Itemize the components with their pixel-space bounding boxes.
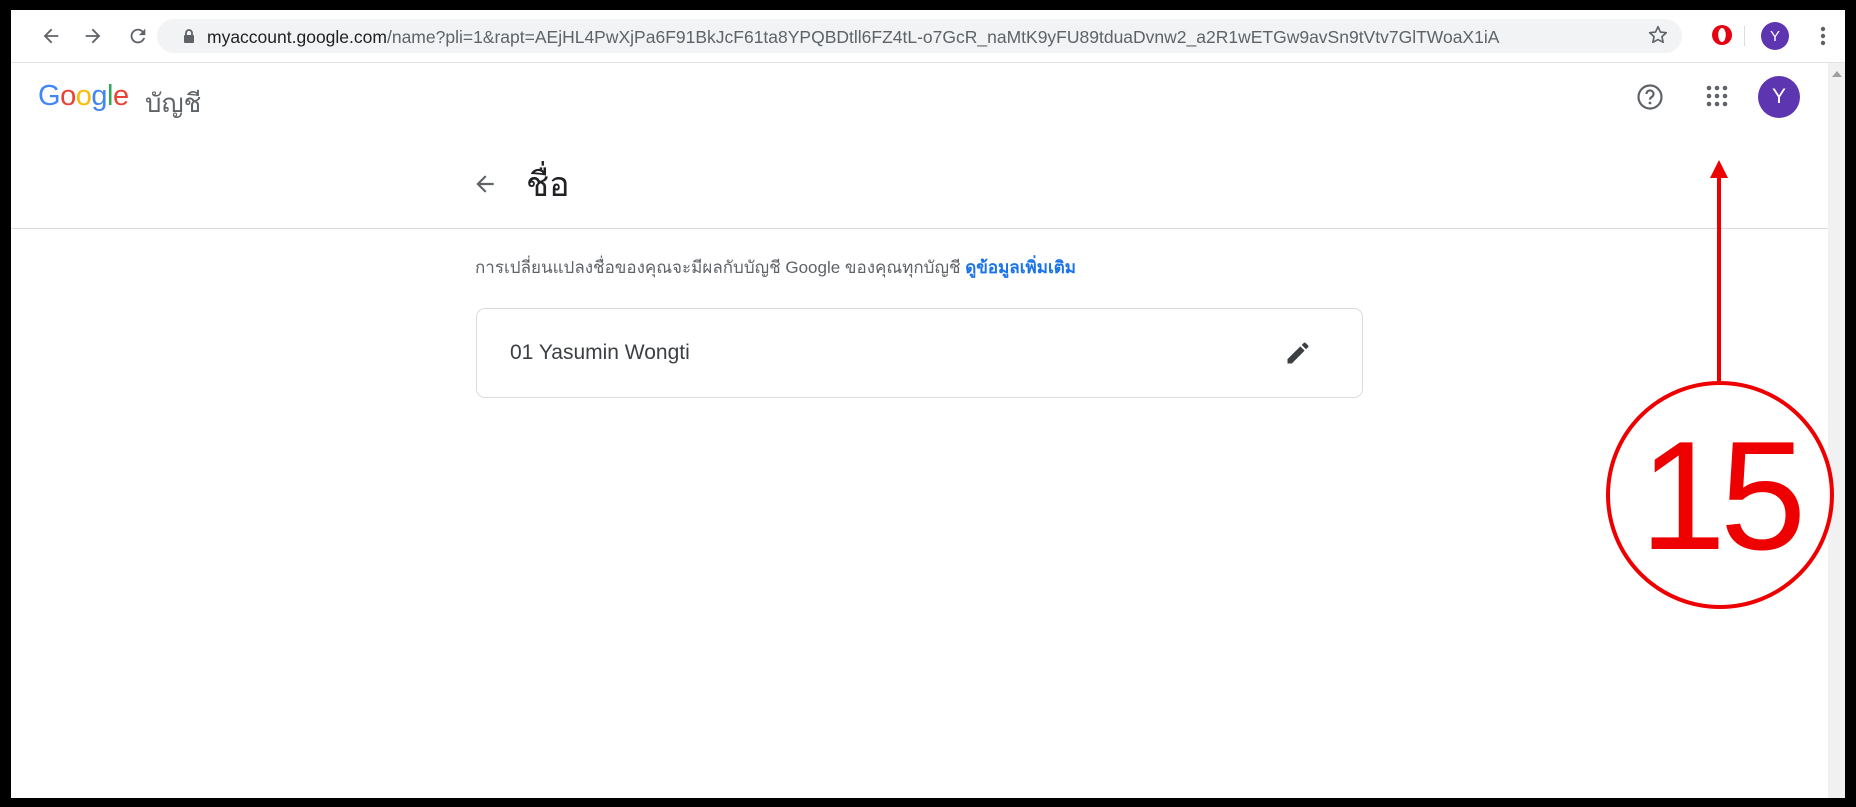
menu-icon[interactable] [1819,24,1827,53]
account-header: Google บัญชี Y [11,63,1828,133]
product-name: บัญชี [145,88,202,118]
browser-toolbar: myaccount.google.com/name?pli=1&rapt=AEj… [11,10,1845,63]
profile-avatar[interactable]: Y [1761,22,1789,50]
name-card[interactable]: 01 Yasumin Wongti [476,308,1363,398]
learn-more-link[interactable]: ดูข้อมูลเพิ่มเติม [965,258,1076,277]
scroll-up-arrow-icon[interactable] [1832,71,1842,77]
logo-letter: o [75,80,92,112]
page-scrollbar[interactable] [1828,63,1845,798]
url-path: /name?pli=1&rapt=AEjHL4PwXjPa6F91BkJcF61… [386,27,1500,47]
help-icon[interactable] [1636,83,1664,116]
logo-letter: G [38,80,61,112]
google-logo[interactable]: Google [38,80,129,113]
page-title: ชื่อ [526,166,570,204]
logo-letter: o [60,80,76,112]
back-icon[interactable] [38,23,64,49]
screenshot-frame: myaccount.google.com/name?pli=1&rapt=AEj… [0,0,1856,807]
star-icon[interactable] [1647,24,1669,51]
pencil-edit-icon[interactable] [1284,339,1312,372]
back-arrow-icon[interactable] [472,171,498,202]
url-text[interactable]: myaccount.google.com/name?pli=1&rapt=AEj… [207,27,1499,48]
lock-icon[interactable] [183,29,195,48]
url-host: myaccount.google.com [207,27,387,47]
opera-icon[interactable] [1710,23,1734,52]
logo-letter: g [91,80,107,112]
page-title-row: ชื่อ [11,133,1828,229]
name-value: 01 Yasumin Wongti [510,341,690,364]
toolbar-separator [1744,26,1745,46]
logo-letter: e [112,80,129,112]
forward-icon[interactable] [80,23,106,49]
annotation-arrow-line [1717,175,1721,382]
apps-grid-icon[interactable] [1705,84,1729,113]
info-text: การเปลี่ยนแปลงชื่อของคุณจะมีผลกับบัญชี G… [475,254,1076,281]
account-avatar[interactable]: Y [1758,76,1800,118]
info-description: การเปลี่ยนแปลงชื่อของคุณจะมีผลกับบัญชี G… [475,258,961,277]
reload-icon[interactable] [125,23,151,49]
address-bar[interactable]: myaccount.google.com/name?pli=1&rapt=AEj… [157,19,1682,53]
annotation-step-circle: 15 [1606,381,1834,609]
annotation-step-number: 15 [1639,408,1806,582]
